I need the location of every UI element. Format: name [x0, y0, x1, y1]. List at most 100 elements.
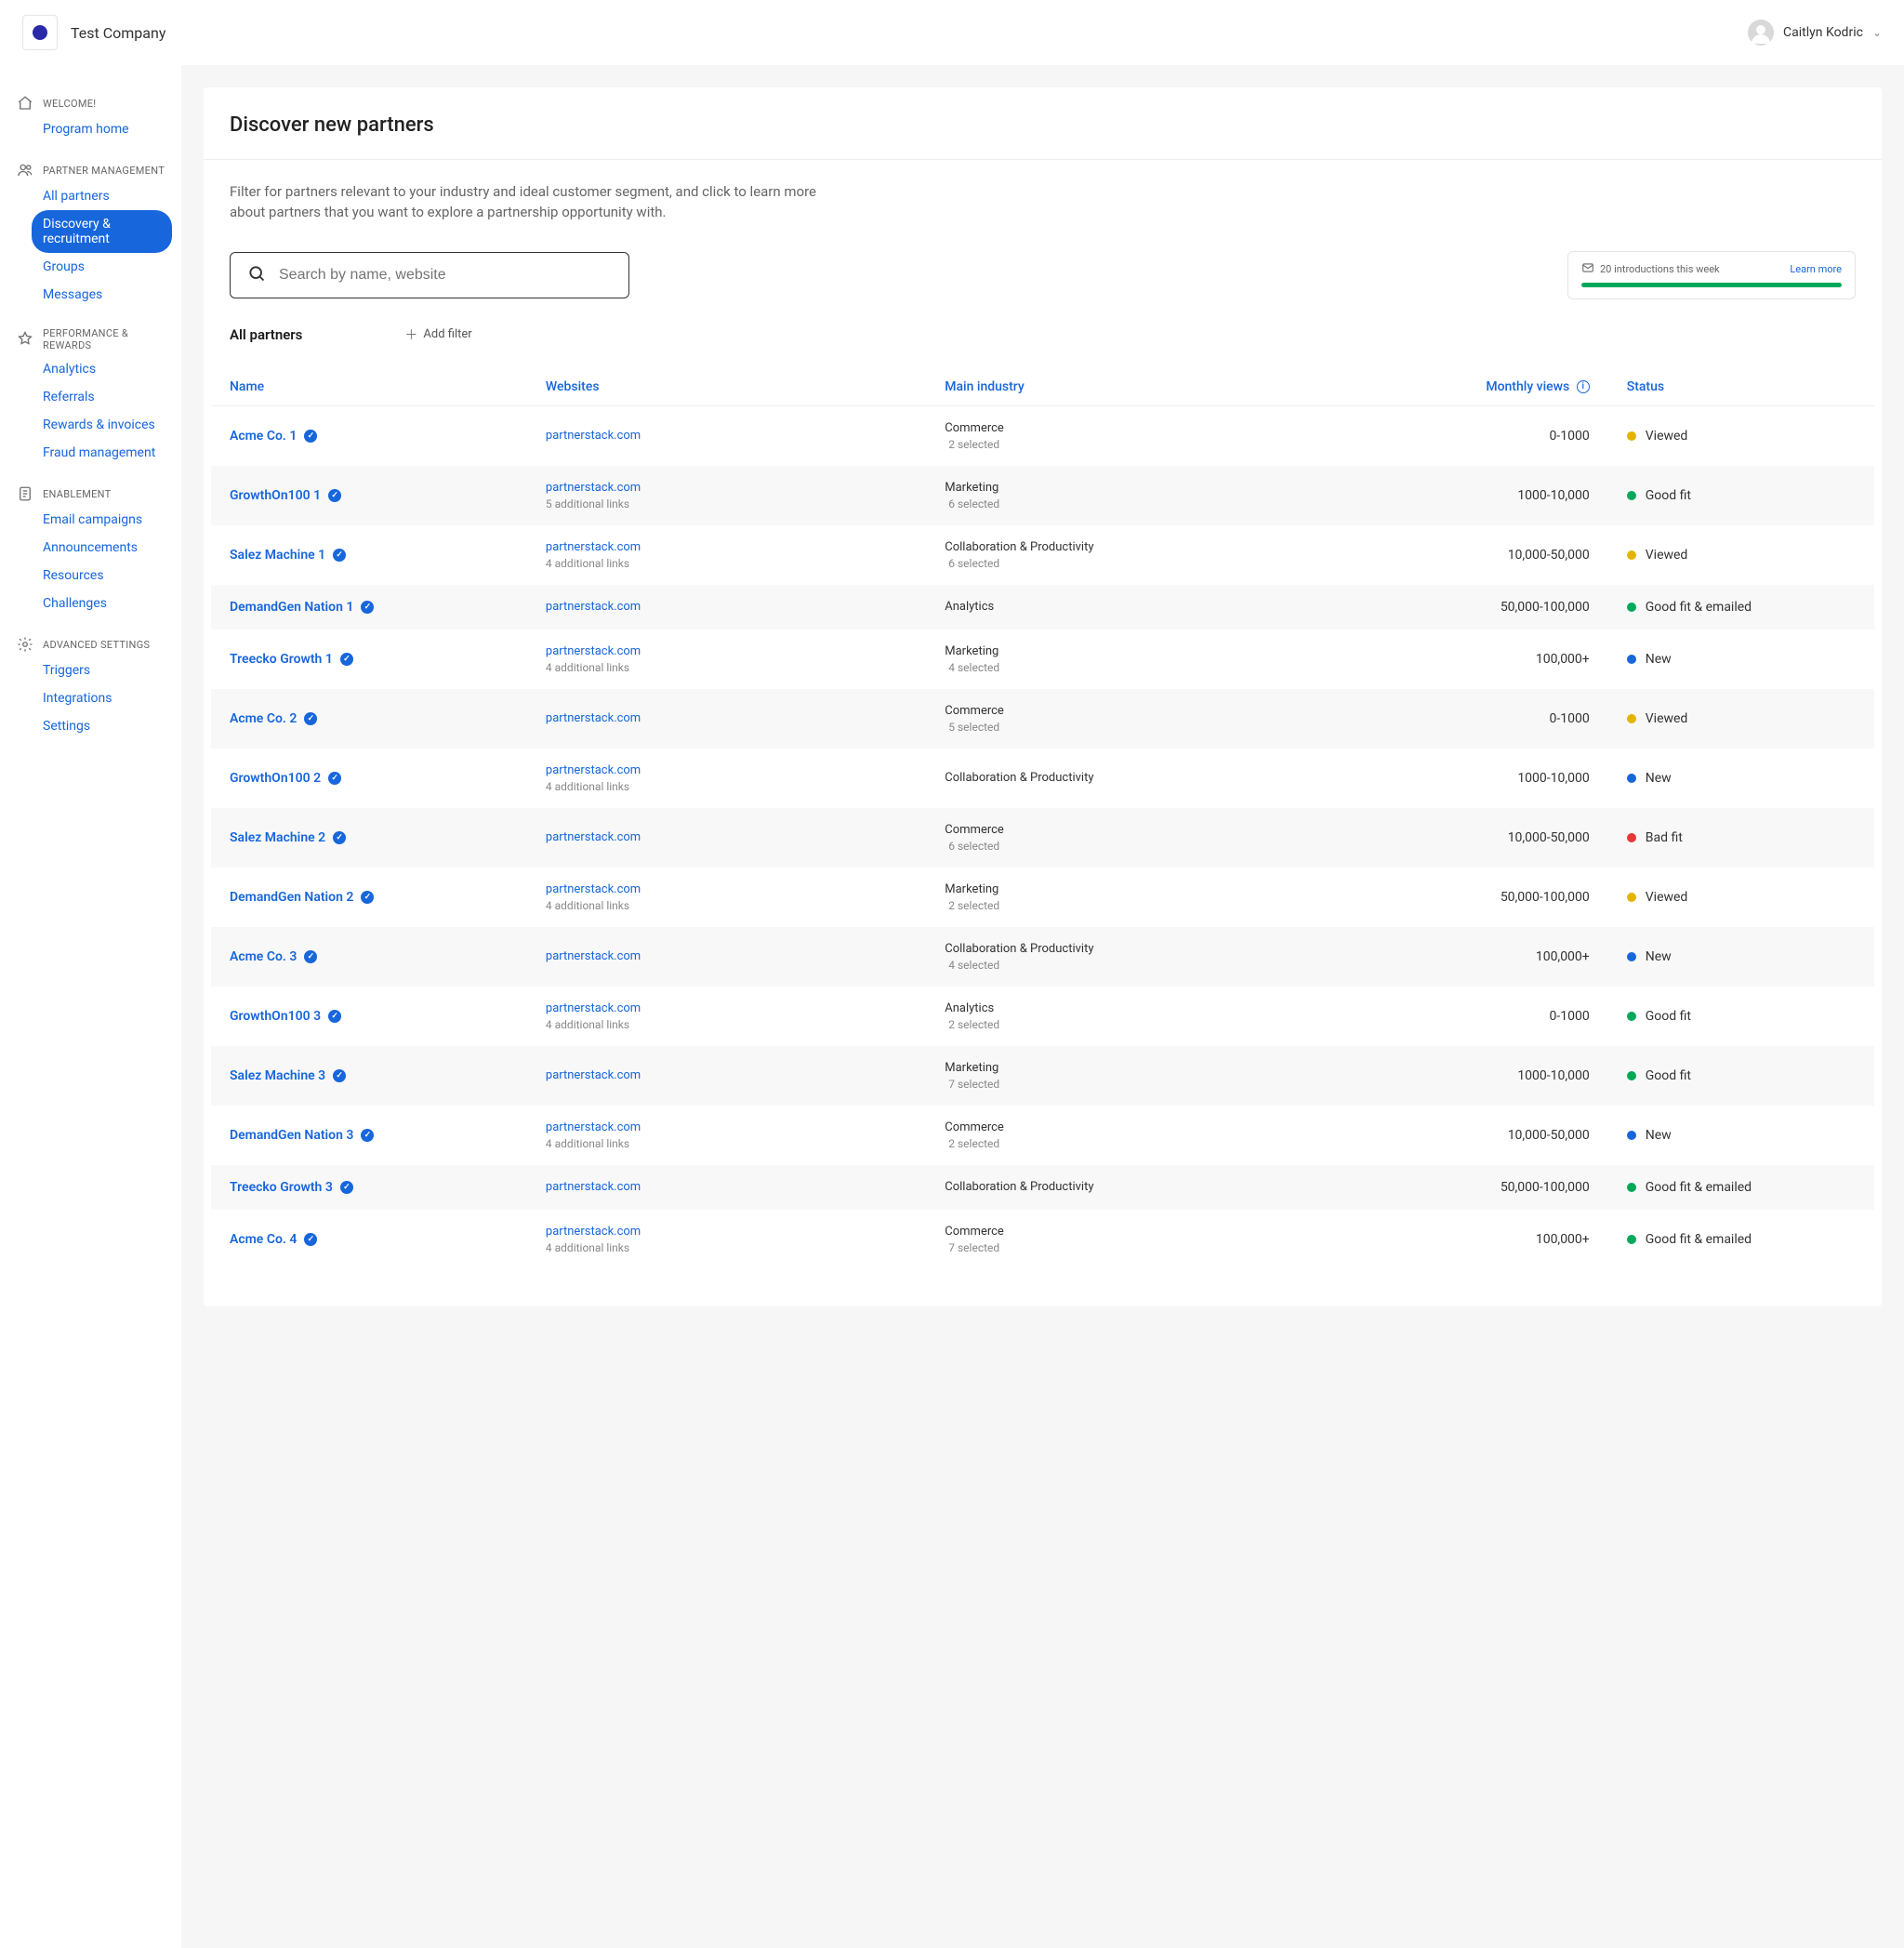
nav-section: PERFORMANCE & REWARDSAnalyticsReferralsR…	[17, 322, 172, 467]
col-views[interactable]: Monthly views i	[1326, 368, 1608, 406]
user-menu[interactable]: Caitlyn Kodric ⌄	[1748, 20, 1882, 46]
partner-name[interactable]: GrowthOn100 3 ✓	[230, 1009, 341, 1024]
nav-item[interactable]: Challenges	[32, 590, 172, 617]
nav-item[interactable]: Settings	[32, 712, 172, 740]
partner-name[interactable]: Acme Co. 4 ✓	[230, 1232, 317, 1247]
table-row[interactable]: Acme Co. 1 ✓partnerstack.comCommerce2 se…	[211, 405, 1874, 466]
nav-item[interactable]: Resources	[32, 562, 172, 590]
partner-name[interactable]: Treecko Growth 3 ✓	[230, 1180, 353, 1195]
nav-section-header: WELCOME!	[17, 89, 172, 115]
nav-item[interactable]: Groups	[32, 253, 172, 281]
website-link[interactable]: partnerstack.com	[546, 830, 907, 844]
partner-name[interactable]: Salez Machine 1 ✓	[230, 548, 346, 563]
logo[interactable]	[22, 15, 58, 50]
website-link[interactable]: partnerstack.com	[546, 949, 907, 963]
status: New	[1627, 771, 1856, 786]
table-row[interactable]: Salez Machine 3 ✓partnerstack.comMarketi…	[211, 1046, 1874, 1106]
verified-icon: ✓	[333, 831, 346, 844]
website-link[interactable]: partnerstack.com	[546, 1001, 907, 1015]
website-link[interactable]: partnerstack.com	[546, 600, 907, 614]
nav-item[interactable]: Program home	[32, 115, 172, 143]
table-row[interactable]: Acme Co. 4 ✓ partnerstack.com 4 additional…	[211, 1210, 1874, 1269]
partner-name[interactable]: DemandGen Nation 2 ✓	[230, 890, 374, 905]
monthly-views: 10,000-50,000	[1326, 808, 1608, 868]
nav-item[interactable]: Referrals	[32, 383, 172, 411]
partner-name[interactable]: Salez Machine 3 ✓	[230, 1068, 346, 1083]
plus-icon: ＋	[404, 325, 417, 344]
partners-table: Name Websites Main industry Monthly view…	[211, 368, 1874, 1269]
table-row[interactable]: Acme Co. 3 ✓partnerstack.comCollaboratio…	[211, 927, 1874, 987]
industry-sub: 4 selected	[945, 661, 1306, 674]
search-input[interactable]	[279, 267, 612, 284]
search-box[interactable]	[230, 252, 629, 298]
website-link[interactable]: partnerstack.com	[546, 429, 907, 443]
intro-learn-more[interactable]: Learn more	[1790, 263, 1842, 275]
table-row[interactable]: GrowthOn100 1 ✓partnerstack.com5 additio…	[211, 466, 1874, 525]
partner-name[interactable]: Acme Co. 1 ✓	[230, 429, 317, 444]
nav-item[interactable]: Fraud management	[32, 439, 172, 467]
extra-links: 4 additional links	[546, 1241, 907, 1254]
table-row[interactable]: DemandGen Nation 3 ✓partnerstack.com4 ad…	[211, 1106, 1874, 1165]
website-link[interactable]: partnerstack.com	[546, 1120, 907, 1134]
verified-icon: ✓	[333, 549, 346, 562]
table-row[interactable]: Treecko Growth 1 ✓partnerstack.com4 addi…	[211, 629, 1874, 689]
website-link[interactable]: partnerstack.com	[546, 882, 907, 896]
verified-icon: ✓	[361, 891, 374, 904]
verified-icon: ✓	[333, 1069, 346, 1082]
add-filter-button[interactable]: ＋ Add filter	[404, 325, 471, 344]
status-dot-icon	[1627, 1183, 1636, 1192]
table-row[interactable]: GrowthOn100 2 ✓partnerstack.com4 additio…	[211, 749, 1874, 808]
nav-item[interactable]: Analytics	[32, 355, 172, 383]
intro-progress-bar	[1581, 283, 1842, 287]
table-row[interactable]: Salez Machine 1 ✓ partnerstack.com 4 addit…	[211, 525, 1874, 585]
partner-name[interactable]: DemandGen Nation 3 ✓	[230, 1128, 374, 1143]
status-label: New	[1646, 1128, 1672, 1143]
nav-item[interactable]: Messages	[32, 281, 172, 309]
col-name[interactable]: Name	[211, 368, 527, 406]
partner-name[interactable]: GrowthOn100 1 ✓	[230, 488, 341, 503]
industry: Analytics	[945, 600, 1306, 614]
extra-links: 4 additional links	[546, 557, 907, 570]
monthly-views: 50,000-100,000	[1326, 585, 1608, 629]
status-dot-icon	[1627, 603, 1636, 612]
partner-name[interactable]: Treecko Growth 1 ✓	[230, 652, 353, 667]
table-row[interactable]: Salez Machine 2 ✓partnerstack.comCommerc…	[211, 808, 1874, 868]
card: Discover new partners Filter for partner…	[204, 87, 1882, 1306]
status-label: Good fit & emailed	[1646, 1180, 1752, 1195]
extra-links: 4 additional links	[546, 899, 907, 912]
nav-item[interactable]: Discovery & recruitment	[32, 210, 172, 253]
nav-item[interactable]: Rewards & invoices	[32, 411, 172, 439]
table-row[interactable]: Acme Co. 2 ✓partnerstack.comCommerce5 se…	[211, 689, 1874, 749]
monthly-views: 10,000-50,000	[1326, 525, 1608, 585]
col-websites[interactable]: Websites	[527, 368, 926, 406]
partner-name[interactable]: Acme Co. 3 ✓	[230, 949, 317, 964]
website-link[interactable]: partnerstack.com	[546, 481, 907, 495]
table-row[interactable]: DemandGen Nation 1 ✓ partnerstack.com Anal…	[211, 585, 1874, 629]
partner-name[interactable]: Salez Machine 2 ✓	[230, 830, 346, 845]
page-subtitle: Filter for partners relevant to your ind…	[204, 160, 854, 231]
website-link[interactable]: partnerstack.com	[546, 1180, 907, 1194]
status-label: Viewed	[1646, 429, 1688, 444]
partner-name[interactable]: Acme Co. 2 ✓	[230, 711, 317, 726]
website-link[interactable]: partnerstack.com	[546, 1225, 907, 1239]
industry: Analytics	[945, 1001, 1306, 1015]
nav-item[interactable]: Email campaigns	[32, 506, 172, 534]
info-icon[interactable]: i	[1577, 380, 1590, 393]
partner-name[interactable]: GrowthOn100 2 ✓	[230, 771, 341, 786]
partner-name[interactable]: DemandGen Nation 1 ✓	[230, 600, 374, 615]
nav-item[interactable]: All partners	[32, 182, 172, 210]
table-row[interactable]: GrowthOn100 3 ✓partnerstack.com4 additio…	[211, 987, 1874, 1046]
nav-item[interactable]: Announcements	[32, 534, 172, 562]
table-row[interactable]: Treecko Growth 3 ✓partnerstack.comCollab…	[211, 1165, 1874, 1210]
website-link[interactable]: partnerstack.com	[546, 644, 907, 658]
table-row[interactable]: DemandGen Nation 2 ✓ partnerstack.com 4 ad…	[211, 868, 1874, 927]
nav-item[interactable]: Triggers	[32, 656, 172, 684]
website-link[interactable]: partnerstack.com	[546, 763, 907, 777]
industry-sub: 2 selected	[945, 899, 1306, 912]
col-industry[interactable]: Main industry	[926, 368, 1325, 406]
website-link[interactable]: partnerstack.com	[546, 711, 907, 725]
nav-item[interactable]: Integrations	[32, 684, 172, 712]
col-status[interactable]: Status	[1608, 368, 1874, 406]
website-link[interactable]: partnerstack.com	[546, 1068, 907, 1082]
website-link[interactable]: partnerstack.com	[546, 540, 907, 554]
